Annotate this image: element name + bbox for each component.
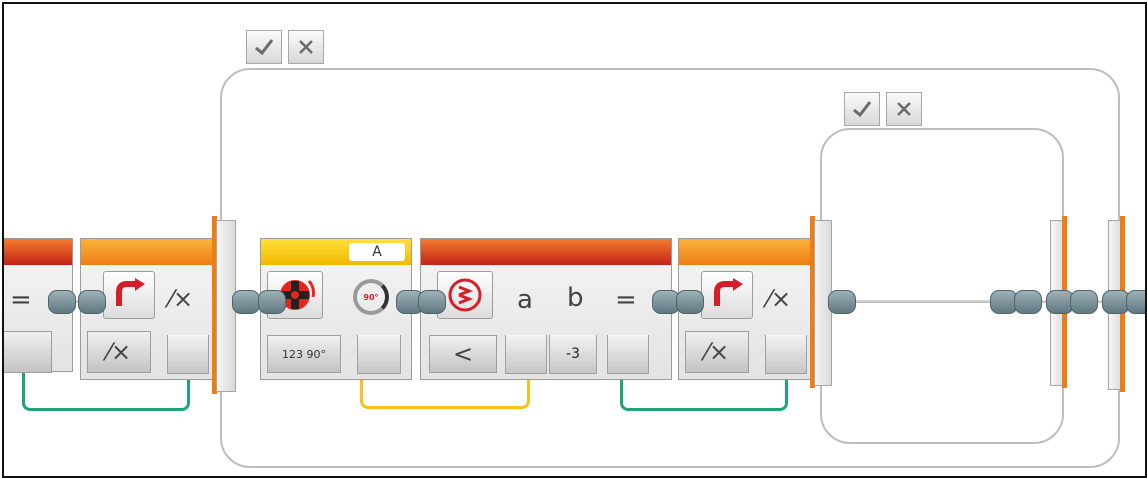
checkmark-icon bbox=[853, 101, 872, 118]
logic-result-symbol: ⁄× bbox=[767, 285, 792, 313]
sequence-plug bbox=[232, 290, 260, 314]
motor-port-selector[interactable]: A bbox=[349, 243, 405, 261]
sequence-plug bbox=[676, 290, 704, 314]
sequence-plug bbox=[78, 290, 106, 314]
logic-mode-selector[interactable]: ⁄× bbox=[685, 331, 749, 373]
sequence-plug bbox=[828, 290, 856, 314]
logic-output-socket[interactable] bbox=[167, 335, 209, 374]
motor-measure-label: 123 90° bbox=[282, 347, 326, 361]
logic-block-mode-icon[interactable] bbox=[103, 271, 155, 319]
motor-measure-selector[interactable]: 123 90° bbox=[267, 335, 341, 373]
degrees-gauge-label: 90° bbox=[363, 292, 379, 302]
compare-input-a: a bbox=[517, 285, 533, 315]
red-loop-arrow-icon bbox=[714, 278, 743, 306]
compare-left-socket[interactable] bbox=[4, 331, 52, 373]
sequence-plug bbox=[1070, 290, 1098, 314]
close-x-icon bbox=[299, 40, 313, 54]
block-header bbox=[81, 239, 213, 265]
logic-output-socket[interactable] bbox=[765, 335, 807, 374]
checkmark-icon bbox=[255, 39, 274, 56]
sequence-plug bbox=[418, 290, 446, 314]
inner-loop-block[interactable] bbox=[820, 128, 1064, 444]
red-loop-arrow-icon bbox=[116, 278, 145, 306]
compare-output-socket[interactable] bbox=[607, 335, 649, 374]
sequence-plug bbox=[258, 290, 286, 314]
compare-value-b: -3 bbox=[566, 346, 580, 362]
degrees-gauge-icon: 90° bbox=[353, 279, 389, 315]
block-header bbox=[4, 239, 72, 265]
compare-operator: = bbox=[10, 285, 32, 315]
logic-block-mode-icon[interactable] bbox=[701, 271, 753, 319]
outer-loop-close-button[interactable] bbox=[288, 30, 324, 64]
sequence-plug bbox=[1014, 290, 1042, 314]
sequence-plug bbox=[1126, 290, 1145, 314]
block-header bbox=[679, 239, 811, 265]
compare-input-a-socket[interactable] bbox=[505, 335, 547, 374]
outer-loop-check-button[interactable] bbox=[246, 30, 282, 64]
sequence-plug bbox=[48, 290, 76, 314]
motor-output-socket[interactable] bbox=[357, 335, 401, 374]
close-x-icon bbox=[897, 102, 911, 116]
program-canvas: = ⁄× ⁄× A 90° 123 90° a b = < -3 ⁄× ⁄× bbox=[2, 2, 1147, 478]
compare-input-b: b bbox=[567, 283, 584, 313]
inner-loop-check-button[interactable] bbox=[844, 92, 880, 126]
inner-loop-close-button[interactable] bbox=[886, 92, 922, 126]
compare-operator: = bbox=[615, 285, 637, 315]
compare-input-b-value[interactable]: -3 bbox=[549, 335, 597, 374]
block-header bbox=[421, 239, 671, 265]
logic-result-symbol: ⁄× bbox=[169, 285, 194, 313]
compare-icon bbox=[448, 278, 482, 312]
logic-mode-selector[interactable]: ⁄× bbox=[87, 331, 151, 373]
compare-block[interactable]: a b = < -3 bbox=[420, 238, 672, 380]
compare-type-selector[interactable]: < bbox=[429, 335, 497, 373]
